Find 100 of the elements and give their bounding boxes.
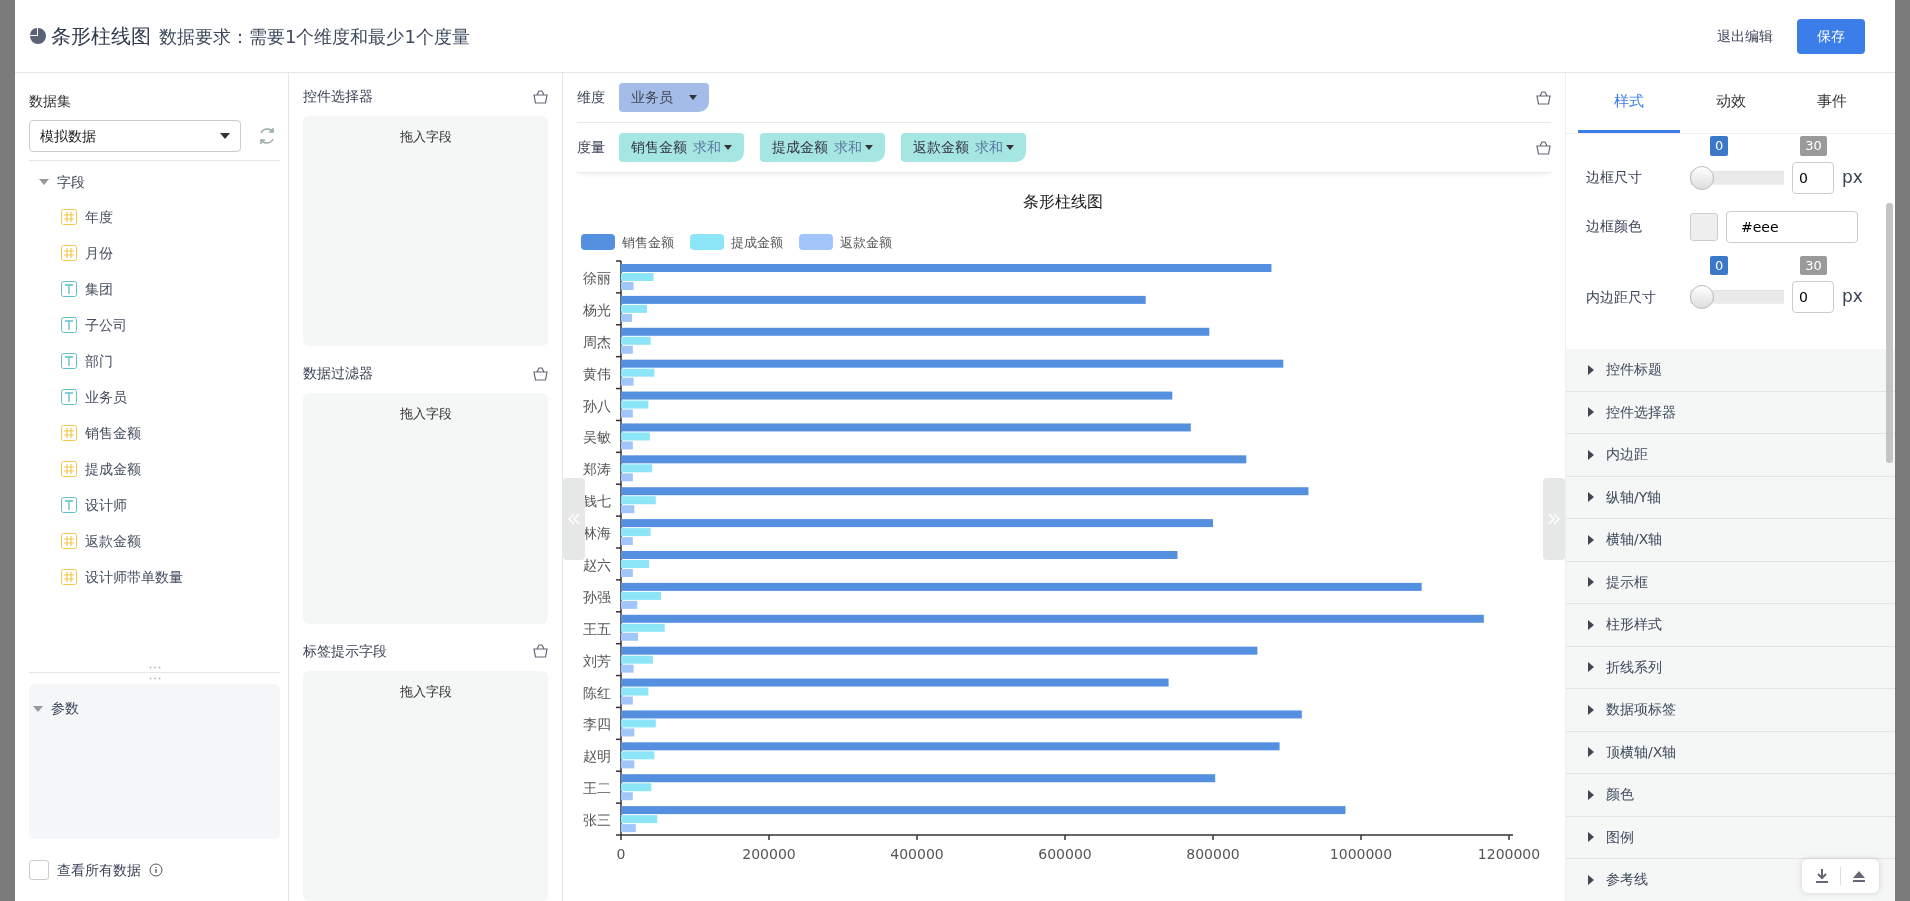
field-item[interactable]: 年度: [85, 206, 113, 228]
caret-icon[interactable]: [1586, 449, 1596, 460]
bar[interactable]: [621, 336, 651, 345]
exit-edit-link[interactable]: 退出编辑: [1717, 25, 1773, 47]
section-label[interactable]: 纵轴/Y轴: [1606, 486, 1662, 508]
measure-chip[interactable]: 提成金额 求和: [760, 133, 885, 162]
basket-icon[interactable]: [1536, 90, 1551, 105]
legend-item[interactable]: 返款金额: [799, 234, 892, 250]
collapse-left-handle[interactable]: [563, 478, 585, 560]
bar[interactable]: [621, 696, 633, 705]
bar[interactable]: [621, 664, 634, 673]
section-label[interactable]: 数据项标签: [1606, 699, 1676, 721]
refresh-icon[interactable]: [257, 126, 277, 146]
accordion-header[interactable]: 提示框: [1566, 561, 1895, 604]
bar[interactable]: [621, 582, 1422, 591]
color-swatch[interactable]: [1690, 212, 1718, 241]
bar[interactable]: [621, 423, 1191, 432]
bar[interactable]: [621, 441, 633, 450]
section-label[interactable]: 顶横轴/X轴: [1606, 741, 1677, 763]
tab[interactable]: 动效: [1679, 73, 1782, 133]
caret-icon[interactable]: [865, 145, 873, 150]
field-item[interactable]: 返款金额: [85, 530, 141, 552]
bar[interactable]: [621, 760, 635, 769]
drop-zone[interactable]: 拖入字段: [303, 116, 548, 347]
basket-icon[interactable]: [533, 89, 548, 104]
info-icon[interactable]: [149, 863, 163, 877]
caret-icon[interactable]: [1586, 534, 1596, 545]
accordion-header[interactable]: 顶横轴/X轴: [1566, 731, 1895, 774]
bar[interactable]: [621, 368, 655, 377]
bar[interactable]: [621, 282, 634, 290]
drop-zone[interactable]: 拖入字段: [303, 670, 548, 901]
collapse-right-handle[interactable]: [1543, 478, 1565, 560]
bar[interactable]: [621, 537, 633, 546]
section-label[interactable]: 颜色: [1606, 784, 1634, 806]
bar[interactable]: [621, 719, 656, 728]
section-label[interactable]: 参考线: [1606, 869, 1648, 891]
bar[interactable]: [621, 655, 653, 664]
measure-chip[interactable]: 返款金额 求和: [901, 133, 1026, 162]
number-input[interactable]: 0: [1792, 281, 1834, 313]
bar[interactable]: [621, 806, 1346, 815]
bar[interactable]: [621, 751, 655, 760]
field-item[interactable]: 设计师带单数量: [85, 566, 183, 588]
number-input[interactable]: 0: [1792, 161, 1834, 194]
section-label[interactable]: 折线系列: [1606, 656, 1662, 678]
bar[interactable]: [621, 400, 649, 409]
field-item[interactable]: 业务员: [85, 386, 127, 408]
bar[interactable]: [621, 377, 634, 386]
caret-icon[interactable]: [1586, 364, 1596, 375]
section-label[interactable]: 柱形样式: [1606, 614, 1662, 636]
bar[interactable]: [621, 815, 658, 824]
download-icon[interactable]: [1814, 868, 1830, 884]
caret-icon[interactable]: [220, 133, 230, 139]
legend-item[interactable]: 销售金额: [581, 234, 674, 250]
measure-chip[interactable]: 销售金额 求和: [619, 133, 744, 162]
bar[interactable]: [621, 600, 638, 609]
bar[interactable]: [621, 774, 1216, 783]
accordion-header[interactable]: 颜色: [1566, 774, 1895, 817]
bar[interactable]: [621, 591, 661, 600]
scrollbar[interactable]: [1886, 203, 1893, 463]
slider-thumb[interactable]: [1690, 165, 1714, 190]
bar[interactable]: [621, 327, 1210, 336]
bar[interactable]: [621, 505, 635, 514]
bar[interactable]: [621, 646, 1258, 655]
caret-icon[interactable]: [689, 95, 697, 100]
bar[interactable]: [621, 742, 1280, 751]
bar[interactable]: [621, 710, 1302, 719]
field-item[interactable]: 提成金额: [85, 458, 141, 480]
accordion-header[interactable]: 纵轴/Y轴: [1566, 476, 1895, 519]
basket-icon[interactable]: [533, 644, 548, 659]
bar[interactable]: [621, 487, 1309, 496]
section-label[interactable]: 内边距: [1606, 444, 1648, 466]
bar[interactable]: [621, 455, 1247, 464]
tree-node-label[interactable]: 字段: [57, 171, 85, 193]
section-label[interactable]: 控件选择器: [1606, 401, 1676, 423]
accordion-header[interactable]: 横轴/X轴: [1566, 519, 1895, 562]
bar[interactable]: [621, 313, 633, 322]
bar[interactable]: [621, 560, 650, 568]
caret-icon[interactable]: [1586, 407, 1596, 418]
section-label[interactable]: 图例: [1606, 826, 1634, 848]
bar[interactable]: [621, 623, 665, 632]
section-label[interactable]: 提示框: [1606, 571, 1648, 593]
caret-icon[interactable]: [1006, 145, 1014, 150]
bar[interactable]: [621, 519, 1213, 528]
basket-icon[interactable]: [533, 366, 548, 381]
bar[interactable]: [621, 345, 633, 354]
caret-icon[interactable]: [1586, 619, 1596, 630]
field-item[interactable]: 销售金额: [85, 422, 141, 444]
field-item[interactable]: 集团: [85, 278, 113, 300]
bar[interactable]: [621, 824, 636, 833]
tab[interactable]: 事件: [1781, 73, 1883, 133]
legend-item[interactable]: 提成金额: [690, 234, 783, 250]
checkbox[interactable]: [29, 860, 49, 880]
caret-icon[interactable]: [724, 145, 732, 150]
color-input[interactable]: #eee: [1726, 210, 1858, 243]
bar[interactable]: [621, 528, 651, 537]
caret-icon[interactable]: [1586, 704, 1596, 715]
save-button[interactable]: 保存: [1797, 18, 1865, 54]
bar[interactable]: [621, 304, 647, 313]
field-item[interactable]: 设计师: [85, 494, 127, 516]
bar[interactable]: [621, 687, 649, 696]
